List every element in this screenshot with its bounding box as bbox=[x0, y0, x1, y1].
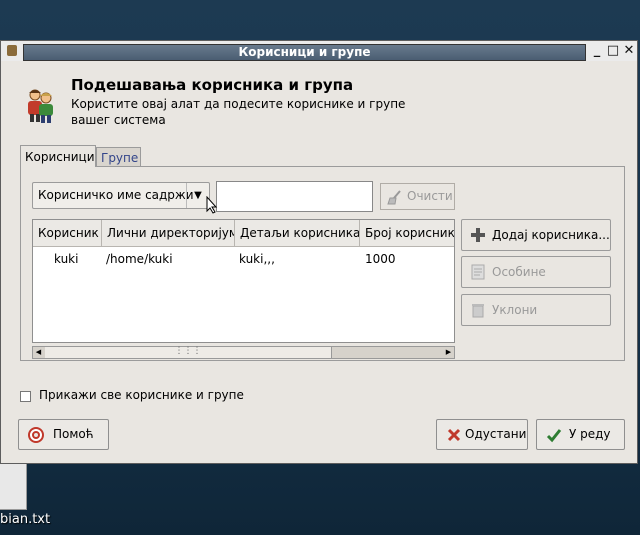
add-user-button[interactable]: Додај корисника... bbox=[461, 219, 611, 251]
show-all-checkbox[interactable] bbox=[20, 391, 31, 402]
broom-icon bbox=[387, 190, 401, 205]
tab-groups[interactable]: Групе bbox=[96, 147, 141, 167]
cell-user: kuki bbox=[54, 252, 79, 266]
scroll-thumb[interactable]: ⋮⋮⋮ bbox=[45, 347, 332, 358]
trash-icon bbox=[472, 304, 484, 318]
column-header-home[interactable]: Лични директоријум bbox=[102, 220, 235, 247]
column-header-details[interactable]: Детаљи корисника bbox=[235, 220, 360, 247]
clear-button-label: Очисти bbox=[407, 189, 453, 203]
window-title: Корисници и групе bbox=[23, 44, 586, 61]
mouse-cursor-icon bbox=[206, 196, 218, 214]
cell-uid: 1000 bbox=[365, 252, 396, 266]
users-table: Корисник Лични директоријум Детаљи корис… bbox=[32, 219, 455, 343]
column-header-uid[interactable]: Број корисника bbox=[360, 220, 454, 247]
lifebuoy-icon bbox=[28, 427, 44, 443]
remove-label: Уклони bbox=[492, 303, 538, 317]
cancel-button[interactable]: Одустани bbox=[436, 419, 528, 450]
cancel-icon bbox=[447, 428, 461, 442]
properties-label: Особине bbox=[492, 265, 546, 279]
show-all-label[interactable]: Прикажи све кориснике и групе bbox=[39, 388, 244, 402]
close-button[interactable]: ✕ bbox=[621, 43, 637, 59]
page-title: Подешавања корисника и група bbox=[71, 76, 354, 94]
filter-combo[interactable]: Корисничко име садржи ▼ bbox=[32, 182, 210, 209]
column-header-user[interactable]: Корисник bbox=[33, 220, 102, 247]
desktop-file-label[interactable]: bian.txt bbox=[0, 512, 50, 527]
app-menu-icon[interactable] bbox=[7, 45, 17, 56]
add-user-label: Додај корисника... bbox=[492, 228, 610, 242]
tab-users[interactable]: Корисници bbox=[20, 145, 96, 167]
scroll-right-icon[interactable]: ▶ bbox=[443, 347, 454, 358]
ok-label: У реду bbox=[569, 427, 611, 441]
properties-button[interactable]: Особине bbox=[461, 256, 611, 288]
horizontal-scrollbar[interactable]: ◀ ⋮⋮⋮ ▶ bbox=[32, 346, 455, 359]
remove-button[interactable]: Уклони bbox=[461, 294, 611, 326]
properties-icon bbox=[471, 264, 485, 280]
scroll-left-icon[interactable]: ◀ bbox=[33, 347, 44, 358]
help-button[interactable]: Помоћ bbox=[18, 419, 109, 450]
filter-combo-value: Корисничко име садржи bbox=[38, 188, 194, 202]
titlebar[interactable]: Корисници и групе _ □ ✕ bbox=[1, 41, 637, 61]
users-icon bbox=[28, 89, 53, 123]
help-label: Помоћ bbox=[53, 427, 94, 441]
cell-home: /home/kuki bbox=[106, 252, 173, 266]
plus-icon bbox=[471, 228, 485, 242]
desktop-file-icon[interactable] bbox=[0, 462, 27, 510]
cell-details: kuki,,, bbox=[239, 252, 275, 266]
users-groups-window: Корисници и групе _ □ ✕ Подешавања корис… bbox=[0, 40, 638, 464]
cancel-label: Одустани bbox=[465, 427, 527, 441]
minimize-button[interactable]: _ bbox=[589, 43, 605, 59]
ok-button[interactable]: У реду bbox=[536, 419, 625, 450]
maximize-button[interactable]: □ bbox=[605, 43, 621, 59]
clear-button[interactable]: Очисти bbox=[380, 183, 455, 210]
page-subtitle: Користите овај алат да подесите корисник… bbox=[71, 97, 406, 127]
ok-icon bbox=[546, 429, 562, 443]
search-input[interactable] bbox=[216, 181, 373, 212]
